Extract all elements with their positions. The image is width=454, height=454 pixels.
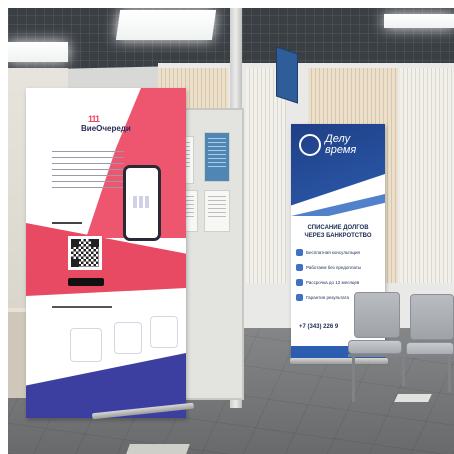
- info-card: [114, 322, 142, 354]
- photo: 111 ВиеОчереди Делу время СПИСАНИЕ ДОЛГО…: [8, 8, 454, 454]
- bullet-icon: [296, 279, 303, 286]
- chair-leg: [448, 356, 451, 392]
- floor-sheet: [394, 394, 432, 402]
- brand-name: ВиеОчереди: [81, 124, 131, 133]
- ceiling-lamp: [384, 14, 454, 28]
- heading-line: СПИСАНИЕ ДОЛГОВ: [307, 225, 369, 231]
- waiting-chair: [410, 294, 454, 340]
- chair-frame: [348, 354, 454, 357]
- smartphone-illustration: [123, 165, 161, 241]
- list-item: Бесплатная консультация: [296, 246, 380, 259]
- info-card: [70, 328, 102, 362]
- list-item: Рассрочка до 12 месяцев: [296, 276, 380, 289]
- chair-leg: [352, 356, 355, 402]
- list-item: Работаем без предоплаты: [296, 261, 380, 274]
- brand-name: Делу время: [325, 134, 356, 156]
- brand-logo-mark: 111: [88, 114, 100, 124]
- ceiling-lamp: [115, 10, 217, 40]
- notice-sheet: [204, 132, 230, 182]
- chair-leg: [402, 356, 405, 386]
- window-blinds: [400, 68, 454, 283]
- bullet-icon: [296, 264, 303, 271]
- brand-line: время: [325, 144, 357, 156]
- info-card: [150, 316, 178, 348]
- clock-logo-icon: [299, 134, 321, 156]
- floor-sheet: [126, 444, 190, 454]
- banner-subheading: [52, 306, 112, 308]
- rollup-banner-left: 111 ВиеОчереди: [26, 88, 186, 418]
- hanging-sign: [276, 46, 298, 104]
- heading-line: ЧЕРЕЗ БАНКРОТСТВО: [304, 233, 372, 239]
- qr-code-icon: [68, 236, 102, 270]
- ceiling-lamp: [8, 42, 68, 62]
- app-store-badge: [68, 278, 104, 286]
- banner-body-text: [52, 151, 124, 191]
- banner-stand-base: [290, 358, 388, 364]
- banner-subheading: [52, 222, 82, 224]
- phone-number: +7 (343) 226 9: [299, 324, 339, 330]
- bullet-icon: [296, 294, 303, 301]
- window-blinds: [246, 68, 286, 283]
- chair-seat: [348, 340, 402, 354]
- notice-sheet: [204, 190, 230, 232]
- bullet-icon: [296, 249, 303, 256]
- phone-screen: [126, 168, 158, 238]
- banner-heading: СПИСАНИЕ ДОЛГОВ ЧЕРЕЗ БАНКРОТСТВО: [295, 224, 381, 240]
- waiting-chair: [354, 292, 400, 338]
